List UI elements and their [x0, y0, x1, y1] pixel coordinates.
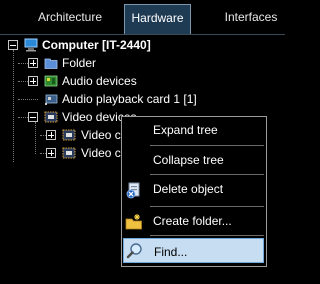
tab-architecture[interactable]: Architecture	[14, 4, 126, 33]
delete-icon	[126, 182, 140, 199]
menu-item-label: Find...	[154, 245, 188, 259]
menu-item-collapse-tree[interactable]: Collapse tree	[122, 147, 266, 173]
expand-toggle[interactable]	[46, 130, 56, 140]
menu-separator	[150, 145, 264, 146]
menu-item-label: Create folder...	[153, 214, 232, 228]
context-menu: Expand tree Collapse tree Delete object …	[121, 116, 267, 267]
video-capture-icon	[62, 147, 76, 159]
menu-item-label: Collapse tree	[153, 153, 224, 167]
tree-node-audio-devices[interactable]: Audio devices	[0, 72, 285, 90]
video-board-icon	[44, 111, 58, 123]
menu-item-label: Expand tree	[153, 123, 218, 137]
new-folder-icon	[125, 214, 142, 230]
menu-item-expand-tree[interactable]: Expand tree	[122, 117, 266, 143]
find-icon	[126, 243, 142, 259]
expand-toggle[interactable]	[28, 76, 38, 86]
tree-node-label: Folder	[62, 56, 97, 70]
tree-node-label: Audio playback card 1 [1]	[62, 92, 197, 106]
tab-interfaces[interactable]: Interfaces	[215, 4, 287, 33]
audio-board-icon	[44, 75, 58, 87]
expand-toggle[interactable]	[28, 58, 38, 68]
collapse-toggle[interactable]	[28, 112, 38, 122]
tree-node-computer[interactable]: Computer [IT-2440]	[0, 36, 285, 54]
menu-item-create-folder[interactable]: Create folder...	[122, 208, 266, 234]
computer-icon	[24, 38, 38, 52]
video-capture-icon	[62, 129, 76, 141]
menu-separator	[150, 206, 264, 207]
tree-node-label: Audio devices	[62, 74, 137, 88]
folder-icon	[44, 58, 58, 69]
tab-bar: Architecture Hardware Interfaces	[0, 0, 285, 35]
menu-item-delete-object[interactable]: Delete object	[122, 176, 266, 202]
tab-hardware[interactable]: Hardware	[124, 4, 191, 34]
audio-card-icon	[45, 94, 58, 105]
tree-node-folder[interactable]: Folder	[0, 54, 285, 72]
menu-item-label: Delete object	[153, 182, 224, 196]
expand-toggle[interactable]	[46, 148, 56, 158]
collapse-toggle[interactable]	[8, 40, 18, 50]
menu-item-find[interactable]: Find...	[123, 238, 264, 263]
tree-node-audio-playback-card[interactable]: Audio playback card 1 [1]	[0, 90, 285, 108]
menu-separator	[150, 174, 264, 175]
menu-separator	[150, 235, 264, 236]
tree-node-label: Computer [IT-2440]	[42, 38, 151, 52]
